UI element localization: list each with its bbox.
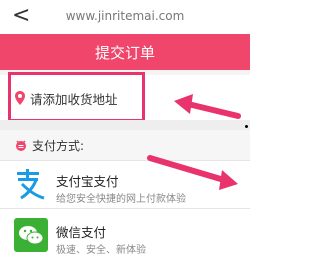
alipay-icon xyxy=(17,169,45,200)
top-bar: < www.jinritemai.com xyxy=(0,0,250,34)
wechat-icon xyxy=(14,218,48,252)
page-header: 提交订单 xyxy=(0,34,250,70)
alipay-description: 给您安全快捷的网上付款体验 xyxy=(56,194,186,205)
page-title: 提交订单 xyxy=(94,44,155,62)
wechat-pay-description: 极速、安全、新体验 xyxy=(56,245,146,256)
url-label: www.jinritemai.com xyxy=(65,9,185,23)
annotation-highlight-box xyxy=(8,72,145,122)
wechat-pay-name: 微信支付 xyxy=(56,225,107,240)
alipay-name: 支付宝支付 xyxy=(56,174,119,189)
payment-icon xyxy=(16,140,26,151)
section-gap xyxy=(0,120,250,130)
annotation-dot xyxy=(245,125,248,128)
payment-method-title: 支付方式: xyxy=(32,139,85,153)
